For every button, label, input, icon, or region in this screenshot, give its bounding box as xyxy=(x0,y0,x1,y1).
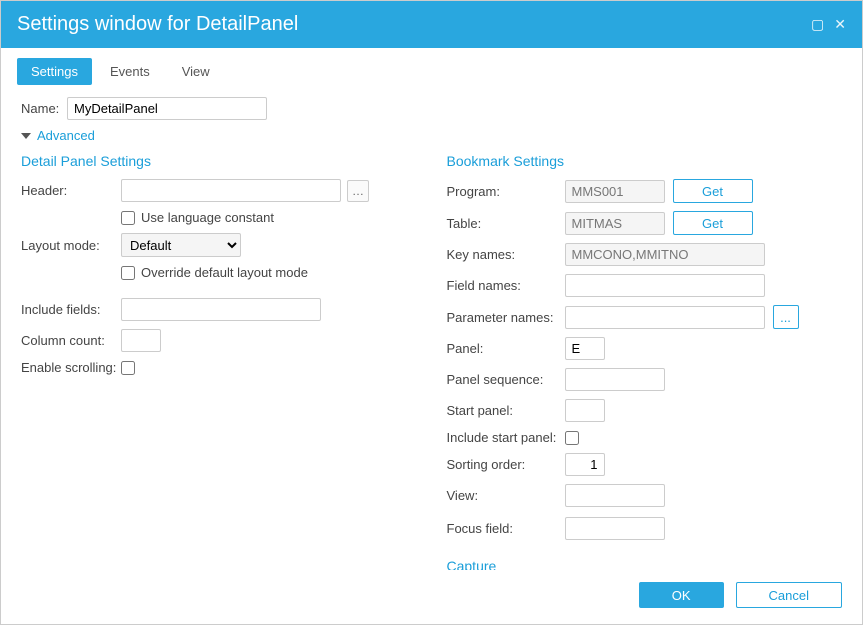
close-icon[interactable]: ✕ xyxy=(834,16,846,33)
header-label: Header: xyxy=(21,183,121,198)
include-fields-input[interactable] xyxy=(121,298,321,321)
key-names-input[interactable] xyxy=(565,243,765,266)
tab-view[interactable]: View xyxy=(168,58,224,85)
advanced-toggle[interactable]: Advanced xyxy=(21,128,842,143)
enable-scrolling-label: Enable scrolling: xyxy=(21,360,121,375)
start-panel-input[interactable] xyxy=(565,399,605,422)
caret-down-icon xyxy=(21,133,31,139)
titlebar: Settings window for DetailPanel ▢ ✕ xyxy=(1,1,862,48)
override-layout-checkbox[interactable] xyxy=(121,266,135,280)
capture-title: Capture xyxy=(447,558,843,570)
table-get-button[interactable]: Get xyxy=(673,211,753,235)
view-label: View: xyxy=(447,488,565,503)
panel-sequence-input[interactable] xyxy=(565,368,665,391)
panel-input[interactable] xyxy=(565,337,605,360)
detail-panel-section: Detail Panel Settings Header: … Use lang… xyxy=(21,153,417,570)
include-start-panel-label: Include start panel: xyxy=(447,430,565,445)
layout-mode-label: Layout mode: xyxy=(21,238,121,253)
field-names-input[interactable] xyxy=(565,274,765,297)
tab-settings[interactable]: Settings xyxy=(17,58,92,85)
sorting-order-label: Sorting order: xyxy=(447,457,565,472)
maximize-icon[interactable]: ▢ xyxy=(811,16,824,33)
include-start-panel-checkbox[interactable] xyxy=(565,431,579,445)
bookmark-title: Bookmark Settings xyxy=(447,153,843,169)
sorting-order-input[interactable] xyxy=(565,453,605,476)
cancel-button[interactable]: Cancel xyxy=(736,582,842,608)
table-input[interactable] xyxy=(565,212,665,235)
footer: OK Cancel xyxy=(1,570,862,624)
field-names-label: Field names: xyxy=(447,278,565,293)
parameter-names-ellipsis-button[interactable]: ... xyxy=(773,305,799,329)
use-language-constant-label: Use language constant xyxy=(141,210,274,225)
program-get-button[interactable]: Get xyxy=(673,179,753,203)
name-label: Name: xyxy=(21,101,67,116)
panel-sequence-label: Panel sequence: xyxy=(447,372,565,387)
titlebar-controls: ▢ ✕ xyxy=(811,16,846,33)
name-input[interactable] xyxy=(67,97,267,120)
use-language-constant-checkbox[interactable] xyxy=(121,211,135,225)
columns: Detail Panel Settings Header: … Use lang… xyxy=(21,153,842,570)
focus-field-input[interactable] xyxy=(565,517,665,540)
settings-window: Settings window for DetailPanel ▢ ✕ Sett… xyxy=(0,0,863,625)
layout-mode-select[interactable]: Default xyxy=(121,233,241,257)
program-input[interactable] xyxy=(565,180,665,203)
tab-events[interactable]: Events xyxy=(96,58,164,85)
column-count-label: Column count: xyxy=(21,333,121,348)
key-names-label: Key names: xyxy=(447,247,565,262)
name-row: Name: xyxy=(21,97,842,120)
window-title: Settings window for DetailPanel xyxy=(17,13,298,36)
ok-button[interactable]: OK xyxy=(639,582,724,608)
column-count-input[interactable] xyxy=(121,329,161,352)
tab-bar: Settings Events View xyxy=(1,48,862,85)
focus-field-label: Focus field: xyxy=(447,521,565,536)
include-fields-label: Include fields: xyxy=(21,302,121,317)
view-input[interactable] xyxy=(565,484,665,507)
bookmark-section: Bookmark Settings Program: Get Table: Ge… xyxy=(447,153,843,570)
content-area: Name: Advanced Detail Panel Settings Hea… xyxy=(1,85,862,570)
program-label: Program: xyxy=(447,184,565,199)
override-layout-label: Override default layout mode xyxy=(141,265,308,280)
panel-label: Panel: xyxy=(447,341,565,356)
start-panel-label: Start panel: xyxy=(447,403,565,418)
header-input[interactable] xyxy=(121,179,341,202)
detail-panel-title: Detail Panel Settings xyxy=(21,153,417,169)
header-ellipsis-button[interactable]: … xyxy=(347,180,369,202)
parameter-names-label: Parameter names: xyxy=(447,310,565,325)
advanced-label: Advanced xyxy=(37,128,95,143)
table-label: Table: xyxy=(447,216,565,231)
enable-scrolling-checkbox[interactable] xyxy=(121,361,135,375)
parameter-names-input[interactable] xyxy=(565,306,765,329)
